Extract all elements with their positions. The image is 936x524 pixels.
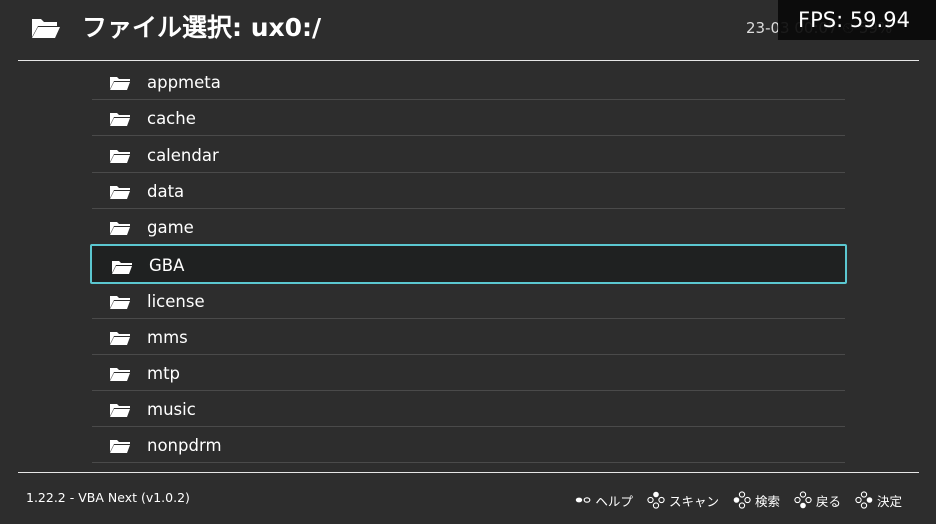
hint-label: 検索 xyxy=(754,493,780,509)
list-item-cache[interactable]: cache xyxy=(92,100,845,136)
list-item-appmeta[interactable]: appmeta xyxy=(92,64,845,100)
folder-icon xyxy=(110,150,130,163)
list-item-label: game xyxy=(147,218,194,237)
hint-help[interactable]: ヘルプ xyxy=(575,491,633,510)
fps-counter: FPS: 59.94 xyxy=(778,0,936,40)
list-item-label: license xyxy=(147,292,205,311)
folder-open-icon xyxy=(32,19,60,38)
hint-search[interactable]: 検索 xyxy=(733,491,780,510)
list-item-license[interactable]: license xyxy=(92,283,845,319)
hint-label: スキャン xyxy=(668,493,719,509)
list-item-label: mms xyxy=(147,328,188,347)
hint-label: 戻る xyxy=(815,493,841,509)
list-item-label: music xyxy=(147,400,196,419)
list-item-label: appmeta xyxy=(147,73,221,92)
hint-confirm[interactable]: 決定 xyxy=(855,491,902,510)
list-item-label: data xyxy=(147,182,185,201)
folder-icon xyxy=(110,186,130,199)
list-item-label: GBA xyxy=(149,256,185,275)
hint-scan[interactable]: スキャン xyxy=(647,491,719,510)
list-item-label: calendar xyxy=(147,146,219,165)
button-hints: ヘルプ スキャン 検索 戻る 決定 xyxy=(561,489,902,511)
footer-divider xyxy=(18,472,919,473)
dpad-left-icon xyxy=(733,491,751,509)
list-item-label: mtp xyxy=(147,364,181,383)
dpad-right-icon xyxy=(855,491,873,509)
list-item-nonpdrm[interactable]: nonpdrm xyxy=(92,427,845,463)
folder-icon xyxy=(110,440,130,453)
folder-icon xyxy=(110,77,130,90)
select-button-icon xyxy=(576,497,591,503)
header: ファイル選択: ux0:/ 23-03 00:07 ⏲ 59% FPS: 59.… xyxy=(0,0,936,60)
hint-label: ヘルプ xyxy=(595,493,633,509)
hint-back[interactable]: 戻る xyxy=(794,491,841,510)
list-item-calendar[interactable]: calendar xyxy=(92,137,845,173)
footer: 1.22.2 - VBA Next (v1.0.2) ヘルプ スキャン 検索 戻… xyxy=(0,480,936,520)
header-divider xyxy=(18,60,919,61)
folder-icon xyxy=(110,332,130,345)
folder-icon xyxy=(110,368,130,381)
list-item-mtp[interactable]: mtp xyxy=(92,355,845,391)
folder-icon xyxy=(110,222,130,235)
folder-icon xyxy=(110,113,130,126)
dpad-up-icon xyxy=(647,491,665,509)
version-label: 1.22.2 - VBA Next (v1.0.2) xyxy=(26,490,190,505)
dpad-down-icon xyxy=(794,491,812,509)
list-item-music[interactable]: music xyxy=(92,391,845,427)
list-item-gba[interactable]: GBA xyxy=(90,244,847,284)
file-list: appmeta cache calendar data game GBA lic… xyxy=(90,64,847,464)
hint-label: 決定 xyxy=(876,493,902,509)
list-item-mms[interactable]: mms xyxy=(92,319,845,355)
folder-icon xyxy=(110,404,130,417)
list-item-data[interactable]: data xyxy=(92,173,845,209)
folder-icon xyxy=(112,261,132,274)
folder-icon xyxy=(110,296,130,309)
list-item-label: nonpdrm xyxy=(147,436,222,455)
page-title: ファイル選択: ux0:/ xyxy=(82,13,322,42)
list-item-label: cache xyxy=(147,109,196,128)
list-item-game[interactable]: game xyxy=(92,209,845,245)
